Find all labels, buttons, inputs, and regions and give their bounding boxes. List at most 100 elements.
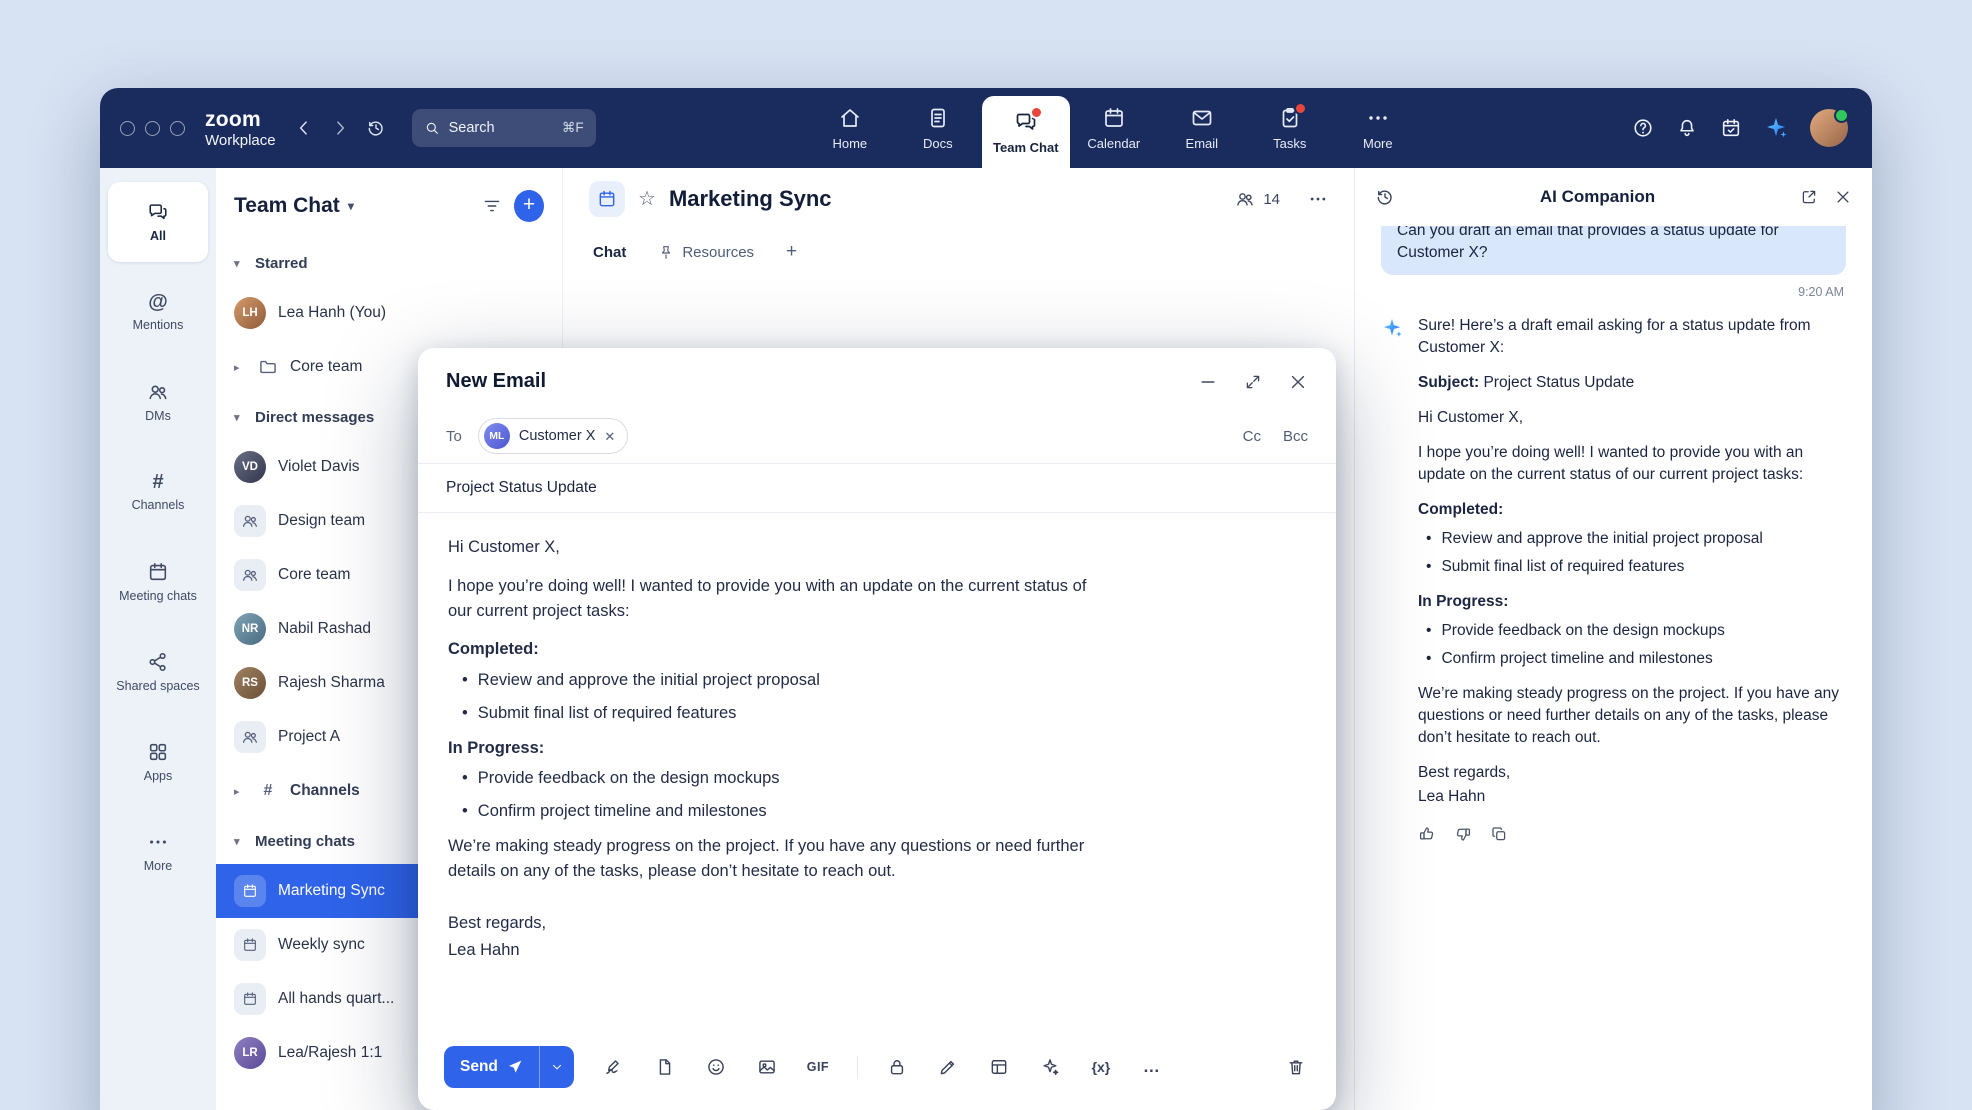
- open-in-window-button[interactable]: [1800, 188, 1818, 206]
- back-button[interactable]: [294, 118, 314, 138]
- rail-all[interactable]: All: [108, 182, 208, 262]
- nav-team-chat[interactable]: Team Chat: [982, 96, 1070, 168]
- tab-resources[interactable]: Resources: [658, 244, 754, 261]
- help-button[interactable]: [1632, 117, 1654, 139]
- emoji-button[interactable]: [704, 1055, 728, 1079]
- close-button[interactable]: [1288, 372, 1308, 392]
- discard-draft-button[interactable]: [1284, 1055, 1308, 1079]
- rail-apps[interactable]: Apps: [108, 722, 208, 802]
- ai-sparkle-icon: [1381, 315, 1405, 821]
- variables-button[interactable]: {x}: [1089, 1055, 1113, 1079]
- close-panel-button[interactable]: [1834, 188, 1852, 206]
- nav-home[interactable]: Home: [806, 88, 894, 168]
- new-chat-button[interactable]: +: [514, 190, 544, 222]
- window-controls[interactable]: [120, 121, 185, 136]
- nav-more[interactable]: More: [1334, 88, 1422, 168]
- subject-field[interactable]: Project Status Update: [418, 464, 1336, 513]
- ai-sparkle-icon: [1764, 116, 1788, 140]
- rail-more[interactable]: More: [108, 812, 208, 892]
- ai-inprogress-list: Provide feedback on the design mockups C…: [1418, 620, 1846, 670]
- inprogress-list: Provide feedback on the design mockups C…: [448, 766, 1108, 824]
- ai-companion-button[interactable]: [1764, 116, 1788, 140]
- sidebar-title-dropdown[interactable]: Team Chat ▾: [234, 194, 354, 218]
- history-button[interactable]: [366, 118, 386, 138]
- ai-completed-list: Review and approve the initial project p…: [1418, 528, 1846, 578]
- add-tab-button[interactable]: +: [786, 241, 797, 263]
- ai-response: Sure! Here’s a draft email asking for a …: [1381, 315, 1846, 821]
- send-options-button[interactable]: [539, 1046, 574, 1088]
- bcc-button[interactable]: Bcc: [1283, 428, 1308, 445]
- cc-button[interactable]: Cc: [1243, 428, 1261, 445]
- pin-icon: [658, 244, 674, 260]
- zoom-window-button[interactable]: [170, 121, 185, 136]
- ai-assist-button[interactable]: [1038, 1055, 1062, 1079]
- online-status-dot: [1834, 108, 1849, 123]
- trash-icon: [1286, 1057, 1306, 1077]
- copy-button[interactable]: [1490, 825, 1508, 843]
- more-tools-button[interactable]: …: [1140, 1055, 1164, 1079]
- to-label: To: [446, 428, 462, 445]
- rail-mentions[interactable]: @ Mentions: [108, 272, 208, 352]
- minimize-window-button[interactable]: [145, 121, 160, 136]
- email-icon: [1190, 106, 1214, 130]
- search-input[interactable]: Search ⌘F: [412, 109, 596, 147]
- chat-filter-rail: All @ Mentions DMs # Channels Meeting ch…: [100, 168, 216, 1110]
- ai-conversation[interactable]: Can you draft an email that provides a s…: [1355, 226, 1872, 1110]
- filter-button[interactable]: [482, 196, 502, 216]
- file-icon: [655, 1057, 675, 1077]
- expand-icon: [1244, 373, 1262, 391]
- tab-chat[interactable]: Chat: [593, 244, 626, 261]
- nav-email[interactable]: Email: [1158, 88, 1246, 168]
- insert-image-button[interactable]: [755, 1055, 779, 1079]
- rail-channels[interactable]: # Channels: [108, 452, 208, 532]
- section-starred[interactable]: ▾ Starred: [216, 240, 562, 286]
- chevron-right-icon: ▸: [234, 785, 246, 798]
- profile-avatar[interactable]: [1810, 109, 1848, 147]
- remove-recipient-icon[interactable]: ✕: [604, 430, 615, 443]
- rail-meeting-chats[interactable]: Meeting chats: [108, 542, 208, 622]
- rail-dms[interactable]: DMs: [108, 362, 208, 442]
- template-button[interactable]: [987, 1055, 1011, 1079]
- encrypt-button[interactable]: [885, 1055, 909, 1079]
- notifications-button[interactable]: [1676, 117, 1698, 139]
- more-options-button[interactable]: [1308, 189, 1328, 209]
- filter-icon: [482, 196, 502, 216]
- close-window-button[interactable]: [120, 121, 135, 136]
- signature-button[interactable]: [602, 1055, 626, 1079]
- email-body-editor[interactable]: Hi Customer X, I hope you’re doing well!…: [418, 513, 1138, 1034]
- chat-item-lea-hanh[interactable]: LH Lea Hanh (You): [216, 286, 562, 340]
- nav-calendar[interactable]: Calendar: [1070, 88, 1158, 168]
- nav-tasks[interactable]: Tasks: [1246, 88, 1334, 168]
- completed-list: Review and approve the initial project p…: [448, 668, 1108, 726]
- nav-docs[interactable]: Docs: [894, 88, 982, 168]
- members-button[interactable]: 14: [1235, 189, 1280, 209]
- gif-button[interactable]: GIF: [806, 1055, 830, 1079]
- layout-icon: [989, 1057, 1009, 1077]
- calendar-icon: [1102, 106, 1126, 130]
- chevron-down-icon: ▾: [234, 257, 246, 270]
- send-button[interactable]: Send: [444, 1046, 539, 1088]
- page-title: Marketing Sync: [669, 186, 832, 212]
- top-bar: zoom Workplace Search ⌘F Home: [100, 88, 1872, 168]
- thumbs-down-button[interactable]: [1454, 825, 1472, 843]
- ai-feedback-row: [1418, 825, 1846, 843]
- thumbs-up-button[interactable]: [1418, 825, 1436, 843]
- minimize-button[interactable]: [1198, 372, 1218, 392]
- docs-icon: [926, 106, 950, 130]
- to-field[interactable]: To ML Customer X ✕ Cc Bcc: [418, 409, 1336, 464]
- forward-button[interactable]: [330, 118, 350, 138]
- home-icon: [838, 106, 862, 130]
- minimize-icon: [1198, 372, 1218, 392]
- star-icon[interactable]: ☆: [638, 189, 656, 209]
- ellipsis-icon: [1308, 189, 1328, 209]
- attach-file-button[interactable]: [653, 1055, 677, 1079]
- rail-shared-spaces[interactable]: Shared spaces: [108, 632, 208, 712]
- meeting-chat-icon: [234, 875, 266, 907]
- emoji-icon: [706, 1057, 726, 1077]
- ai-history-button[interactable]: [1375, 187, 1395, 207]
- recipient-chip[interactable]: ML Customer X ✕: [478, 418, 628, 454]
- expand-button[interactable]: [1244, 373, 1262, 391]
- calendar-today-button[interactable]: [1720, 117, 1742, 139]
- edit-button[interactable]: [936, 1055, 960, 1079]
- modal-title: New Email: [446, 370, 1198, 393]
